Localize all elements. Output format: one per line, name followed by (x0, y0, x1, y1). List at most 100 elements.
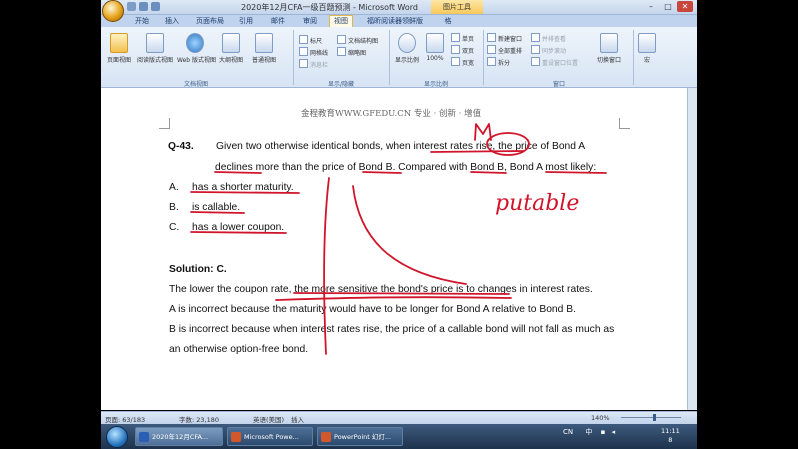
redo-icon[interactable] (151, 2, 160, 11)
tab-insert[interactable]: 插入 (161, 16, 183, 27)
new-window-button[interactable]: 新建窗口 (487, 33, 522, 43)
volume-icon[interactable]: ◂ (612, 428, 616, 436)
group-label-show-hide: 显示/隐藏 (327, 81, 355, 88)
view-side-by-side-button[interactable]: 并排查看 (531, 33, 566, 43)
group-separator (389, 30, 390, 85)
macros-button[interactable]: 宏 (637, 33, 657, 64)
checkbox-icon (337, 35, 346, 44)
save-icon[interactable] (127, 2, 136, 11)
taskbar-item-powerpoint-1[interactable]: Microsoft Powe... (227, 427, 313, 446)
taskbar: 2020年12月CFA... Microsoft Powe... PowerPo… (101, 424, 697, 449)
ink-letter-m (474, 123, 492, 141)
language-indicator[interactable]: 英语(美国) (253, 414, 284, 424)
ink-underline-option-a (190, 191, 300, 194)
ink-underline-interest (430, 150, 525, 153)
document-page[interactable]: 金程教育WWW.GFEDU.CN 专业 · 创新 · 增值 Q-43. Give… (101, 88, 688, 410)
insert-mode-indicator[interactable]: 插入 (291, 414, 304, 424)
ink-underline-bondb-2 (470, 171, 507, 174)
group-separator (633, 30, 634, 85)
gridlines-checkbox[interactable]: 网格线 (299, 47, 328, 57)
status-bar: 页面: 63/183 字数: 23,180 英语(美国) 插入 140% (101, 411, 697, 424)
language-bar[interactable]: CN (563, 428, 573, 436)
system-tray: CN 中 ▪ ◂ (563, 427, 615, 437)
ink-underline-option-b (190, 211, 245, 214)
synchronous-scrolling-button[interactable]: 同步滚动 (531, 45, 566, 55)
undo-icon[interactable] (139, 2, 148, 11)
ruler-checkbox[interactable]: 标尺 (299, 35, 322, 45)
new-window-icon (487, 33, 496, 42)
zoom-100-button[interactable]: 100% (423, 33, 447, 62)
magnifier-icon (398, 33, 416, 53)
reading-view-icon (146, 33, 164, 53)
zoom-level[interactable]: 140% (591, 414, 610, 422)
full-screen-reading-button[interactable]: 阅读版式视图 (135, 33, 175, 64)
draft-button[interactable]: 普通视图 (249, 33, 279, 64)
outline-button[interactable]: 大纲视图 (217, 33, 245, 64)
ink-underline-solution (293, 292, 510, 295)
side-by-side-icon (531, 33, 540, 42)
powerpoint-icon (321, 432, 331, 442)
group-label-doc-views: 文档视图 (183, 81, 208, 88)
macros-icon (638, 33, 656, 53)
page-100-icon (426, 33, 444, 53)
print-layout-icon (110, 33, 128, 53)
clock[interactable]: 11:11 8 (661, 427, 680, 445)
group-label-zoom: 显示比例 (423, 81, 448, 88)
group-label-window: 窗口 (552, 81, 565, 88)
reset-window-icon (531, 57, 540, 66)
minimize-button[interactable]: – (643, 1, 659, 12)
group-separator (483, 30, 484, 85)
reset-window-position-button[interactable]: 重设窗口位置 (531, 57, 578, 67)
one-page-icon (451, 33, 460, 42)
vertical-scrollbar[interactable] (687, 88, 697, 410)
taskbar-item-powerpoint-2[interactable]: PowerPoint 幻灯... (317, 427, 403, 446)
ink-underline-option-c (190, 231, 287, 234)
tab-page-layout[interactable]: 页面布局 (193, 16, 227, 27)
checkbox-icon (299, 35, 308, 44)
taskbar-item-word[interactable]: 2020年12月CFA... (135, 427, 223, 446)
tab-view[interactable]: 视图 (329, 15, 353, 27)
two-pages-button[interactable]: 双页 (451, 45, 474, 55)
message-bar-checkbox[interactable]: 消息栏 (299, 59, 328, 69)
ink-underline-bondb-1 (362, 171, 402, 174)
ribbon-tabs: 开始 插入 页面布局 引用 邮件 审阅 视图 福昕阅读器领鲜版 格 (101, 15, 697, 27)
zoom-slider[interactable] (621, 417, 681, 418)
two-pages-icon (451, 45, 460, 54)
close-button[interactable]: ✕ (677, 1, 693, 12)
arrange-all-icon (487, 45, 496, 54)
ink-curve-stroke (352, 185, 467, 285)
ink-underline-most-likely (545, 171, 607, 174)
tab-references[interactable]: 引用 (235, 16, 257, 27)
handwritten-putable: putable (495, 191, 579, 216)
start-button[interactable] (106, 426, 128, 448)
zoom-button[interactable]: 显示比例 (393, 33, 421, 64)
tab-format[interactable]: 格 (441, 16, 455, 27)
picture-tools-tab[interactable]: 图片工具 (431, 0, 483, 14)
page-width-button[interactable]: 页宽 (451, 57, 474, 67)
ime-indicator[interactable]: 中 (585, 428, 592, 436)
tab-mailings[interactable]: 邮件 (267, 16, 289, 27)
tab-foxit-reader[interactable]: 福昕阅读器领鲜版 (361, 16, 429, 27)
tab-review[interactable]: 审阅 (299, 16, 321, 27)
zoom-slider-thumb[interactable] (653, 414, 656, 421)
one-page-button[interactable]: 单页 (451, 33, 474, 43)
word-icon (139, 432, 149, 442)
split-button[interactable]: 拆分 (487, 57, 510, 67)
page-counter[interactable]: 页面: 63/183 (105, 414, 145, 424)
checkbox-icon (299, 47, 308, 56)
window-title: 2020年12月CFA一级百题预测 - Microsoft Word (241, 3, 418, 12)
print-layout-button[interactable]: 页面视图 (104, 33, 134, 64)
network-icon[interactable]: ▪ (601, 428, 606, 436)
document-map-checkbox[interactable]: 文档结构图 (337, 35, 378, 45)
thumbnails-checkbox[interactable]: 缩略图 (337, 47, 366, 57)
ink-annotations: putable (190, 123, 607, 355)
maximize-button[interactable]: □ (660, 1, 676, 12)
arrange-all-button[interactable]: 全部重排 (487, 45, 522, 55)
tab-home[interactable]: 开始 (131, 16, 153, 27)
switch-windows-button[interactable]: 切换窗口 (593, 33, 625, 64)
web-layout-button[interactable]: Web 版式视图 (177, 33, 216, 64)
word-count[interactable]: 字数: 23,180 (179, 414, 219, 424)
powerpoint-icon (231, 432, 241, 442)
office-button[interactable] (102, 0, 124, 22)
page-width-icon (451, 57, 460, 66)
